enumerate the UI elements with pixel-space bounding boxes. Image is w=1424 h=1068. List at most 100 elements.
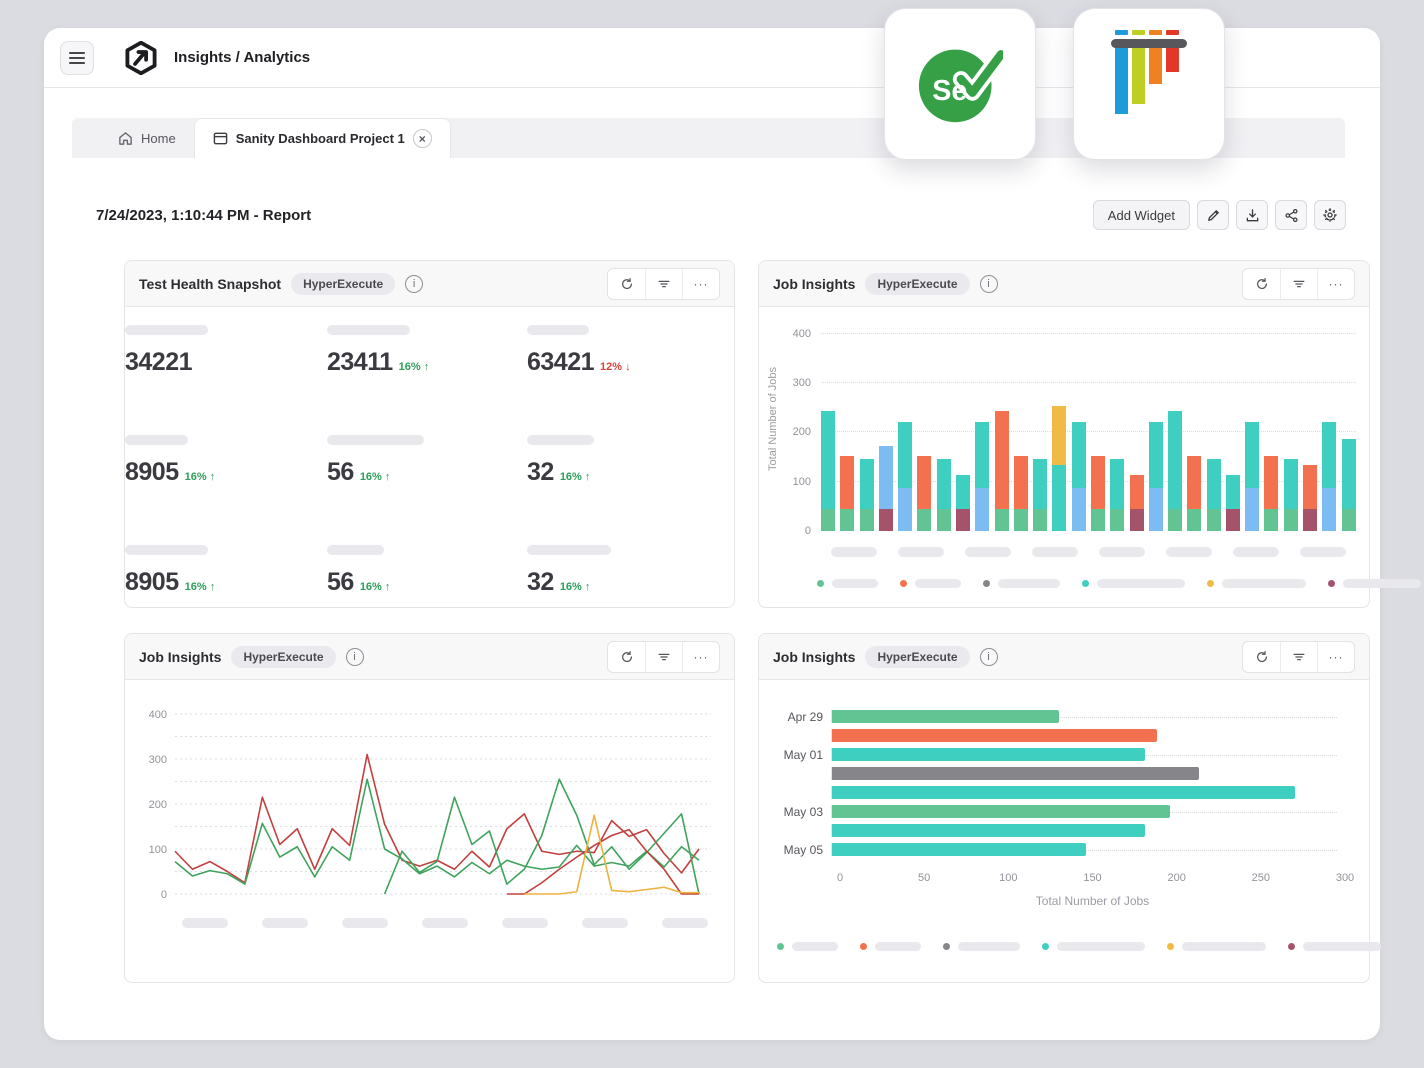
edit-button[interactable] [1197, 200, 1229, 230]
orange-hbar[interactable] [832, 729, 1157, 742]
tab-home-label: Home [141, 131, 176, 146]
x-tick-skeleton [182, 918, 228, 928]
stacked-bar[interactable] [1072, 422, 1086, 531]
stacked-bar[interactable] [1284, 459, 1298, 531]
stacked-bar[interactable] [1149, 422, 1163, 531]
stacked-bar[interactable] [1168, 411, 1182, 531]
legend-item-maroon[interactable] [1288, 942, 1381, 951]
stacked-bar[interactable] [840, 456, 854, 531]
legend-item-yellow[interactable] [1167, 942, 1266, 951]
stacked-bar[interactable] [937, 459, 951, 531]
refresh-button[interactable] [1243, 269, 1280, 299]
more-options-button[interactable]: ··· [682, 642, 719, 672]
stacked-bar[interactable] [1342, 439, 1356, 531]
green-hbar[interactable] [832, 710, 1059, 723]
teal-hbar[interactable] [832, 786, 1295, 799]
orange-bar-segment [995, 411, 1009, 509]
metric-value-row: 5616% ↑ [327, 458, 424, 487]
gray-hbar[interactable] [832, 767, 1199, 780]
stacked-bar[interactable] [1033, 459, 1047, 531]
report-framework-card[interactable] [1073, 8, 1225, 160]
stacked-bar[interactable] [821, 411, 835, 531]
share-button[interactable] [1275, 200, 1307, 230]
stacked-bar[interactable] [995, 411, 1009, 531]
stacked-bar[interactable] [1226, 475, 1240, 531]
stacked-bar[interactable] [879, 446, 893, 531]
legend-item-yellow[interactable] [1207, 579, 1306, 588]
refresh-button[interactable] [1243, 642, 1280, 672]
filter-button[interactable] [1280, 642, 1317, 672]
hbar-row [773, 729, 1351, 742]
legend-item-teal[interactable] [1082, 579, 1185, 588]
orange-bar-segment [1091, 456, 1105, 509]
stacked-bar[interactable] [1091, 456, 1105, 531]
legend-item-orange[interactable] [900, 579, 961, 588]
stacked-bar[interactable] [1245, 422, 1259, 531]
metric: 6342112% ↓ [527, 325, 631, 377]
legend-item-green[interactable] [817, 579, 878, 588]
gray-legend-dot [943, 943, 950, 950]
stacked-bar[interactable] [1052, 406, 1066, 531]
metric-delta: 12% ↓ [600, 361, 631, 373]
green-bar-segment [840, 509, 854, 531]
stacked-bar[interactable] [1014, 456, 1028, 531]
x-tick-label: 100 [999, 872, 1017, 884]
metric: 890516% ↑ [125, 545, 215, 597]
hbar-area [831, 843, 1351, 856]
stacked-bar[interactable] [860, 459, 874, 531]
info-icon[interactable]: i [405, 275, 423, 293]
gray-legend-dot [983, 580, 990, 587]
x-tick-skeleton [1300, 547, 1346, 557]
legend-label-skeleton [875, 942, 921, 951]
stacked-bar[interactable] [917, 456, 931, 531]
legend-item-gray[interactable] [983, 579, 1060, 588]
orange-bar-segment [1264, 456, 1278, 509]
hbar-rows: Apr 29May 01May 03May 05 [773, 710, 1351, 862]
legend-item-gray[interactable] [943, 942, 1020, 951]
green-hbar[interactable] [832, 805, 1170, 818]
teal-hbar[interactable] [832, 748, 1145, 761]
teal-hbar[interactable] [832, 843, 1086, 856]
stacked-bar[interactable] [1110, 459, 1124, 531]
x-axis-ticks: 050100150200250300 [840, 872, 1345, 886]
metric-value: 32 [527, 568, 554, 597]
filter-button[interactable] [645, 269, 682, 299]
settings-button[interactable] [1314, 200, 1346, 230]
more-options-button[interactable]: ··· [1317, 269, 1354, 299]
stacked-bar[interactable] [1322, 422, 1336, 531]
legend-item-green[interactable] [777, 942, 838, 951]
info-icon[interactable]: i [980, 275, 998, 293]
download-icon [1245, 208, 1260, 223]
download-button[interactable] [1236, 200, 1268, 230]
filter-button[interactable] [1280, 269, 1317, 299]
green-series-a[interactable] [175, 779, 699, 884]
green-bar-segment [821, 509, 835, 531]
refresh-button[interactable] [608, 269, 645, 299]
tab-home[interactable]: Home [100, 118, 194, 158]
add-widget-button[interactable]: Add Widget [1093, 200, 1190, 230]
stacked-bar[interactable] [1303, 465, 1317, 531]
teal-bar-segment [937, 459, 951, 509]
tab-close-button[interactable]: × [413, 129, 432, 148]
info-icon[interactable]: i [980, 648, 998, 666]
menu-button[interactable] [60, 41, 94, 75]
legend-item-maroon[interactable] [1328, 579, 1421, 588]
refresh-button[interactable] [608, 642, 645, 672]
teal-hbar[interactable] [832, 824, 1145, 837]
more-options-button[interactable]: ··· [682, 269, 719, 299]
metric-value: 8905 [125, 568, 179, 597]
stacked-bar[interactable] [975, 422, 989, 531]
legend-item-orange[interactable] [860, 942, 921, 951]
legend-item-teal[interactable] [1042, 942, 1145, 951]
selenium-card[interactable]: Se [884, 8, 1036, 160]
info-icon[interactable]: i [346, 648, 364, 666]
stacked-bar[interactable] [956, 475, 970, 531]
filter-button[interactable] [645, 642, 682, 672]
stacked-bar[interactable] [1207, 459, 1221, 531]
stacked-bar[interactable] [1264, 456, 1278, 531]
more-options-button[interactable]: ··· [1317, 642, 1354, 672]
stacked-bar[interactable] [898, 422, 912, 531]
stacked-bar[interactable] [1187, 456, 1201, 531]
tab-sanity-dashboard-project[interactable]: Sanity Dashboard Project 1 × [194, 118, 451, 158]
stacked-bar[interactable] [1130, 475, 1144, 531]
